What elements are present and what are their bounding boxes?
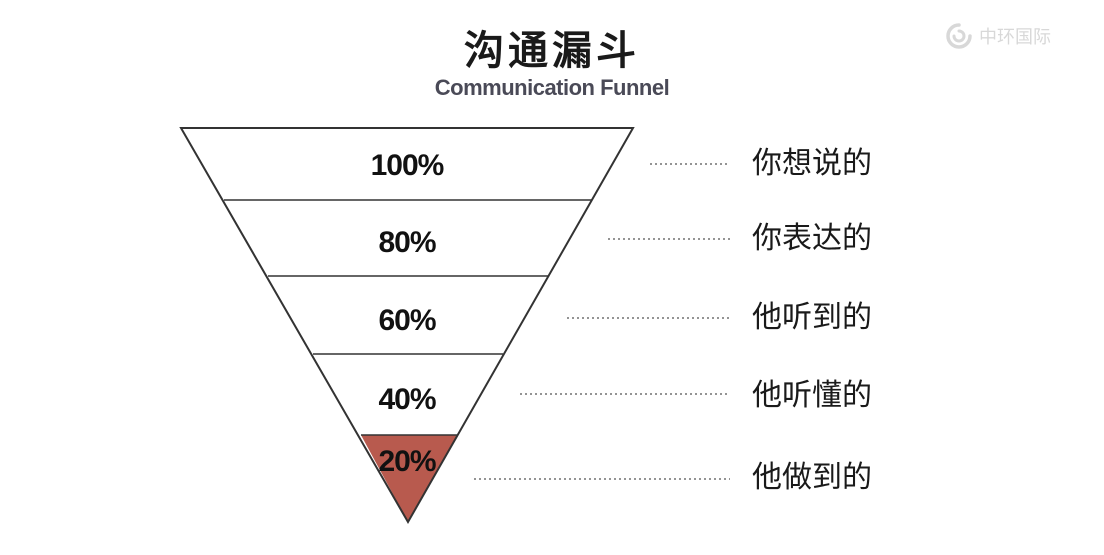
funnel-percent-80: 80%: [378, 226, 435, 259]
funnel-percent-20: 20%: [378, 445, 435, 478]
funnel-percent-60: 60%: [378, 304, 435, 337]
funnel-label-3: 他听到的: [752, 300, 872, 335]
funnel-label-2: 你表达的: [752, 221, 872, 256]
funnel-percent-100: 100%: [371, 149, 444, 182]
funnel-percent-40: 40%: [378, 383, 435, 416]
funnel-label-1: 你想说的: [752, 146, 872, 181]
funnel-diagram: 100% 80% 60% 40% 20%: [179, 127, 730, 525]
funnel-label-5: 他做到的: [752, 460, 872, 495]
funnel-label-4: 他听懂的: [752, 378, 872, 413]
